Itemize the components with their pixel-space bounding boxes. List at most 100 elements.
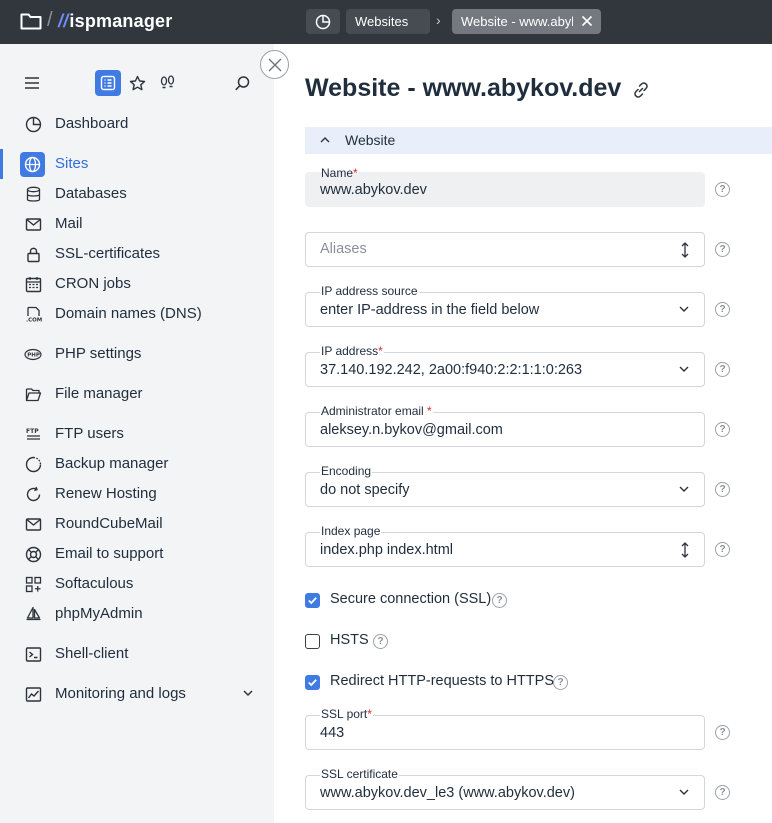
hamburger-icon (25, 77, 39, 89)
sidebar-item-label: Domain names (DNS) (55, 305, 202, 322)
redirect-https-checkbox-row[interactable]: Redirect HTTP-requests to HTTPS ? (305, 673, 765, 695)
field-label: Administrator email * (320, 404, 433, 418)
svg-text:PHP: PHP (27, 352, 40, 358)
sidebar-item-ftp-users[interactable]: FTP FTP users (0, 419, 274, 449)
breadcrumb-dashboard-button[interactable] (306, 9, 340, 34)
checkmark-icon (308, 597, 317, 605)
backup-icon (24, 455, 42, 473)
field-label: IP address source (320, 284, 419, 298)
brand-logo[interactable]: //ispmanager (58, 11, 172, 32)
help-icon[interactable]: ? (715, 242, 730, 257)
help-icon[interactable]: ? (715, 422, 730, 437)
help-icon[interactable]: ? (715, 302, 730, 317)
sidebar-item-label: FTP users (55, 425, 124, 442)
active-indicator (0, 149, 3, 179)
hsts-checkbox[interactable] (305, 634, 320, 649)
sidebar-item-databases[interactable]: Databases (0, 179, 274, 209)
ssl-port-input[interactable]: SSL port* 443 (305, 707, 705, 750)
help-icon[interactable]: ? (715, 182, 730, 197)
sidebar-item-label: RoundCubeMail (55, 515, 163, 532)
sidebar-item-renew-hosting[interactable]: Renew Hosting (0, 479, 274, 509)
list-view-button[interactable] (95, 70, 121, 96)
encoding-select[interactable]: Encoding do not specify (305, 464, 705, 507)
folder-open-icon (24, 385, 42, 403)
breadcrumb-current-tab[interactable]: Website - www.abykov.dev (452, 9, 601, 34)
sidebar-item-ssl-certificates[interactable]: SSL-certificates (0, 239, 274, 269)
sidebar-item-monitoring-and-logs[interactable]: Monitoring and logs (0, 679, 274, 709)
index-page-value: index.php index.html (320, 542, 453, 558)
sidebar-item-email-to-support[interactable]: Email to support (0, 539, 274, 569)
breadcrumb-websites[interactable]: Websites (346, 9, 430, 34)
ssl-checkbox-row[interactable]: Secure connection (SSL) ? (305, 591, 765, 613)
sidebar-item-label: CRON jobs (55, 275, 131, 292)
administrator-email-input[interactable]: Administrator email * aleksey.n.bykov@gm… (305, 404, 705, 447)
ip-address-source-value: enter IP-address in the field below (320, 302, 540, 318)
globe-icon (20, 152, 45, 177)
help-icon[interactable]: ? (553, 675, 568, 690)
ssl-certificate-select[interactable]: SSL certificate www.abykov.dev_le3 (www.… (305, 767, 705, 810)
field-label: SSL port* (320, 707, 373, 721)
collapse-sidebar-button[interactable] (260, 50, 289, 79)
sidebar-item-roundcubemail[interactable]: RoundCubeMail (0, 509, 274, 539)
sidebar-item-phpmyadmin[interactable]: phpMyAdmin (0, 599, 274, 629)
search-button[interactable] (229, 70, 255, 96)
sidebar-item-dns[interactable]: .COM Domain names (DNS) (0, 299, 274, 329)
ssl-checkbox[interactable] (305, 593, 320, 608)
chevron-down-icon (679, 306, 689, 312)
help-icon[interactable]: ? (715, 725, 730, 740)
section-header-website[interactable]: Website (305, 127, 772, 154)
help-icon[interactable]: ? (373, 634, 388, 649)
brand-name: ispmanager (69, 11, 173, 31)
dashboard-icon (315, 14, 331, 29)
svg-text:FTP: FTP (26, 428, 39, 435)
expand-vertical-icon[interactable] (680, 542, 690, 558)
sidebar-item-php-settings[interactable]: PHP PHP settings (0, 339, 274, 369)
ssl-certificate-value: www.abykov.dev_le3 (www.abykov.dev) (320, 785, 575, 801)
close-icon[interactable] (580, 14, 594, 28)
sidebar-item-shell-client[interactable]: Shell-client (0, 639, 274, 669)
chevron-right-icon: › (436, 12, 441, 28)
field-label: Index page (320, 524, 382, 538)
section-title: Website (345, 132, 396, 148)
sidebar-item-sites[interactable]: Sites (0, 149, 274, 179)
sidebar-item-label: Shell-client (55, 645, 129, 662)
recent-button[interactable] (154, 70, 180, 96)
sidebar-item-file-manager[interactable]: File manager (0, 379, 274, 409)
star-icon (129, 75, 145, 90)
sidebar-item-mail[interactable]: Mail (0, 209, 274, 239)
sidebar-item-cron-jobs[interactable]: CRON jobs (0, 269, 274, 299)
ip-address-source-select[interactable]: IP address source enter IP-address in th… (305, 284, 705, 327)
menu-toggle-button[interactable] (19, 70, 45, 96)
chevron-down-icon[interactable] (242, 687, 254, 699)
sidebar-item-label: SSL-certificates (55, 245, 161, 262)
help-icon[interactable]: ? (715, 785, 730, 800)
index-page-input[interactable]: Index page index.php index.html (305, 524, 705, 567)
help-icon[interactable]: ? (715, 542, 730, 557)
breadcrumb-current-label: Website - www.abykov.dev (461, 14, 573, 29)
logo-separator: / (47, 9, 53, 31)
help-icon[interactable]: ? (492, 593, 507, 608)
expand-vertical-icon[interactable] (680, 242, 690, 258)
apps-grid-icon (24, 575, 42, 593)
sidebar-item-dashboard[interactable]: Dashboard (0, 109, 274, 139)
sidebar-item-label: PHP settings (55, 345, 142, 362)
sidebar-item-softaculous[interactable]: Softaculous (0, 569, 274, 599)
mail-icon (24, 215, 42, 233)
svg-text:.COM: .COM (26, 317, 42, 323)
help-icon[interactable]: ? (715, 482, 730, 497)
ip-address-select[interactable]: IP address* 37.140.192.242, 2a00:f940:2:… (305, 344, 705, 387)
hsts-checkbox-row[interactable]: HSTS ? (305, 632, 765, 654)
favorites-button[interactable] (124, 70, 150, 96)
link-icon[interactable] (632, 81, 650, 99)
ssl-port-value: 443 (320, 725, 345, 741)
sidebar-toolbar (0, 70, 274, 98)
main-content: Website - www.abykov.dev Website Name* w… (274, 44, 772, 823)
sidebar-item-backup-manager[interactable]: Backup manager (0, 449, 274, 479)
field-label: Name* (321, 166, 358, 180)
help-icon[interactable]: ? (715, 362, 730, 377)
field-label: SSL certificate (320, 767, 399, 781)
redirect-https-checkbox[interactable] (305, 675, 320, 690)
aliases-input[interactable]: Aliases (305, 232, 705, 267)
aliases-placeholder: Aliases (320, 241, 367, 257)
mail-icon (24, 515, 42, 533)
